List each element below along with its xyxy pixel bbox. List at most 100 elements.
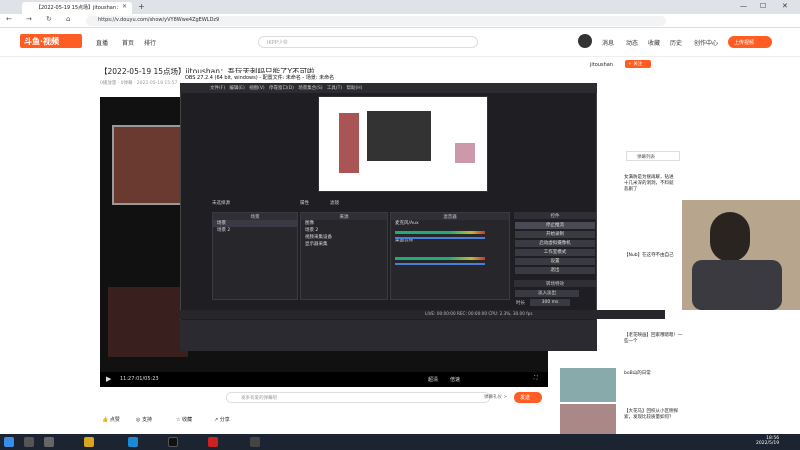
speed-button[interactable]: 倍速: [450, 376, 460, 383]
obs-menubar: 文件(F) 编辑(E) 视图(V) 停靠窗口(D) 场景集合(S) 工具(T) …: [180, 83, 597, 93]
forward-icon[interactable]: →: [26, 15, 32, 23]
link-messages[interactable]: 消息: [602, 38, 614, 47]
duration-label: 时长: [516, 301, 525, 306]
nav-home[interactable]: 首页: [122, 38, 134, 47]
start-recording-button[interactable]: 开始录制: [515, 231, 595, 238]
obs-title: OBS 27.2.4 (64 bit, windows) - 配置文件: 未命名…: [180, 73, 597, 83]
danmu-list-button[interactable]: 弹幕列表: [626, 151, 680, 161]
source-item[interactable]: 图像: [301, 220, 387, 227]
taskview-icon[interactable]: [44, 437, 54, 447]
mixer-channel: 麦克风/Aux: [395, 221, 419, 226]
close-tab-icon[interactable]: ✕: [122, 3, 127, 10]
fullscreen-icon[interactable]: ⛶: [534, 375, 538, 381]
obs-icon[interactable]: [250, 437, 260, 447]
volume-slider[interactable]: [395, 237, 485, 239]
mixer-dock: 混音器 麦克风/Aux 桌面音频: [390, 212, 510, 300]
menu-view[interactable]: 视图(V): [249, 86, 265, 91]
favorite-button[interactable]: ☆ 收藏: [176, 416, 192, 423]
related-video-title[interactable]: 女满防是为搜再解，钻进十几米深的洞洞，不料就悲剧了: [624, 174, 674, 192]
no-source-label: 未选择源: [212, 201, 230, 206]
volume-slider[interactable]: [395, 263, 485, 265]
sources-header: 来源: [301, 213, 387, 220]
menu-tools[interactable]: 工具(T): [327, 86, 342, 91]
related-video-title[interactable]: 【Nub】在这夺不由自己: [624, 252, 674, 258]
controls-header: 控件: [514, 212, 596, 219]
maximize-icon[interactable]: ☐: [760, 2, 766, 10]
studio-mode-button[interactable]: 工作室模式: [515, 249, 595, 256]
scenes-dock: 场景 场景 场景 2: [212, 212, 298, 300]
related-thumbnail[interactable]: [560, 404, 616, 434]
share-button[interactable]: ↗ 分享: [214, 416, 230, 423]
exit-button[interactable]: 退出: [515, 267, 595, 274]
danmu-settings[interactable]: 弹幕礼仪 >: [484, 394, 507, 400]
source-item[interactable]: 场景 2: [301, 227, 387, 234]
play-icon[interactable]: ▶: [106, 375, 111, 383]
clock: 18:56 2022/5/19: [756, 436, 779, 446]
send-button[interactable]: 发送: [514, 392, 542, 403]
related-video-title[interactable]: 【大花马】回校从小区侧探索，发现比较质量如何？: [624, 408, 684, 420]
douyu-live-companion-bar: [180, 320, 597, 351]
stop-streaming-button[interactable]: 停止推流: [515, 222, 595, 229]
menu-scene-collection[interactable]: 场景集合(S): [298, 86, 322, 91]
explorer-icon[interactable]: [84, 437, 94, 447]
url-field[interactable]: https://v.douyu.com/show/yVY8Wwe4ZgEWLDz…: [86, 16, 666, 26]
filters-button[interactable]: 滤镜: [330, 200, 339, 206]
home-icon[interactable]: ⌂: [66, 15, 70, 23]
close-window-icon[interactable]: ✕: [782, 2, 788, 10]
taskbar: [0, 434, 800, 450]
menu-dock[interactable]: 停靠窗口(D): [269, 86, 294, 91]
edge-icon[interactable]: [128, 437, 138, 447]
preview-image: [339, 113, 359, 173]
back-icon[interactable]: ←: [6, 15, 12, 23]
settings-button[interactable]: 设置: [515, 258, 595, 265]
menu-edit[interactable]: 编辑(E): [229, 86, 244, 91]
nav-rank[interactable]: 排行: [144, 38, 156, 47]
search-input[interactable]: IKPP少爷: [258, 36, 478, 48]
browser-tab[interactable]: 【2022-05-19 15点场】jitoushan：: [22, 2, 132, 14]
video-time: 11:27:01/05:23: [120, 376, 159, 382]
follow-button[interactable]: + 关注: [625, 60, 651, 68]
link-history[interactable]: 历史: [670, 38, 682, 47]
uploader-name[interactable]: jitoushan: [590, 62, 613, 68]
tab-title: 【2022-05-19 15点场】jitoushan：: [36, 5, 121, 11]
webcam-overlay: [682, 200, 800, 310]
new-tab-icon[interactable]: +: [138, 2, 145, 11]
link-creator[interactable]: 创作中心: [694, 38, 718, 47]
start-icon[interactable]: [4, 437, 14, 447]
related-video-title[interactable]: 【老花映画】回家哦嗯嗯！一些一个: [624, 332, 684, 344]
nav-live[interactable]: 直播: [96, 38, 108, 47]
duration-input[interactable]: 300 ms: [530, 299, 570, 306]
related-video-title[interactable]: boB山的日常: [624, 370, 651, 376]
minimize-icon[interactable]: —: [740, 2, 747, 10]
app-icon[interactable]: [208, 437, 218, 447]
search-icon[interactable]: [24, 437, 34, 447]
source-item[interactable]: 显示器采集: [301, 241, 387, 248]
related-thumbnail[interactable]: [560, 368, 616, 402]
link-dynamics[interactable]: 动态: [626, 38, 638, 47]
audio-meter: [395, 231, 485, 234]
obs-statusbar: LIVE: 00:00:00 REC: 00:00:00 CPU: 2.3%, …: [180, 310, 665, 319]
site-logo[interactable]: 斗鱼·视频: [20, 34, 82, 48]
transitions-header: 转场特效: [514, 280, 596, 287]
refresh-icon[interactable]: ↻: [46, 15, 52, 23]
scene-item[interactable]: 场景 2: [213, 227, 297, 234]
quality-button[interactable]: 超清: [428, 376, 438, 383]
properties-button[interactable]: 属性: [300, 200, 309, 206]
menu-help[interactable]: 帮助(H): [346, 86, 362, 91]
preview-webcam: [455, 143, 475, 163]
source-item[interactable]: 视频采集设备: [301, 234, 387, 241]
transition-select[interactable]: 淡入淡出: [515, 290, 579, 297]
virtual-camera-button[interactable]: 启动虚拟摄像机: [515, 240, 595, 247]
link-favorites[interactable]: 收藏: [648, 38, 660, 47]
support-button[interactable]: ◎ 支持: [136, 416, 152, 423]
upload-button[interactable]: 上传视频: [728, 36, 772, 48]
mixer-header: 混音器: [391, 213, 509, 220]
tiktok-icon[interactable]: [168, 437, 178, 447]
like-button[interactable]: 👍 点赞: [102, 416, 120, 423]
avatar[interactable]: [578, 34, 592, 48]
menu-file[interactable]: 文件(F): [210, 86, 225, 91]
game-chat-overlay: [108, 287, 188, 357]
scene-item[interactable]: 场景: [213, 220, 297, 227]
scenes-header: 场景: [213, 213, 297, 220]
danmu-input[interactable]: 发条有爱的弹幕吧: [226, 392, 490, 403]
